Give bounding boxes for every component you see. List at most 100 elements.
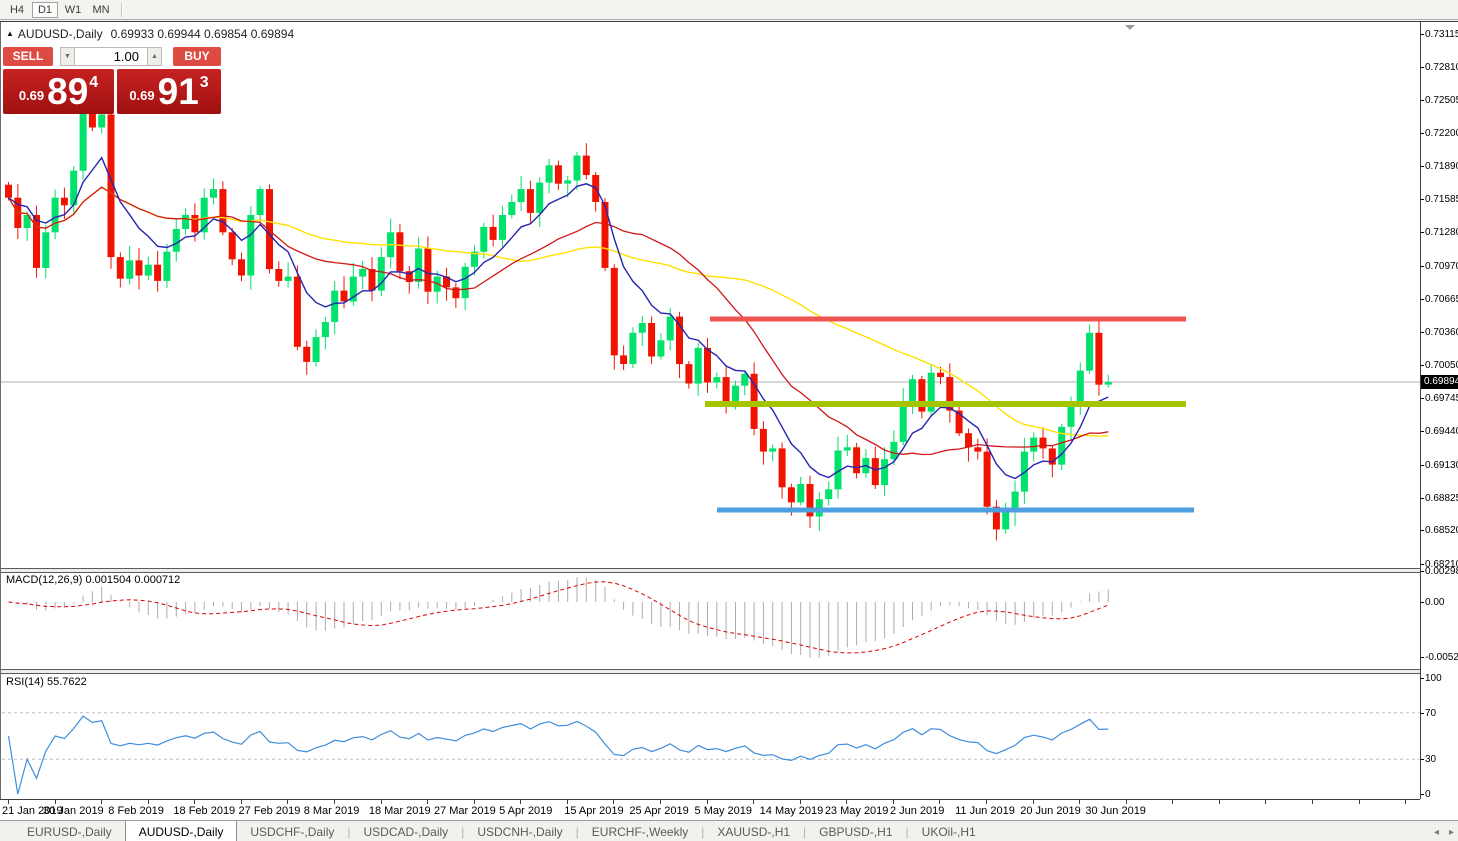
chart-title: ▲AUDUSD-,Daily0.69933 0.69944 0.69854 0.…	[6, 27, 294, 41]
date-tick-mark	[567, 800, 568, 804]
date-tick-mark	[474, 800, 475, 804]
date-tick-mark	[893, 800, 894, 804]
axis-tick-mark	[1421, 299, 1424, 300]
tab-gbpusd-h1[interactable]: GBPUSD-,H1	[806, 821, 905, 841]
price-axis-label: 0.71890	[1425, 161, 1458, 172]
price-axis-label: 0.69130	[1425, 460, 1458, 471]
timeframe-button-d1[interactable]: D1	[32, 2, 58, 18]
tab-ukoil-h1[interactable]: UKOil-,H1	[909, 821, 989, 841]
price-axis-label: 0.72810	[1425, 62, 1458, 73]
tab-xauusd-h1[interactable]: XAUUSD-,H1	[704, 821, 803, 841]
rsi-indicator-label: RSI(14) 55.7622	[6, 676, 87, 688]
date-tick-mark	[334, 800, 335, 804]
one-click-trading-panel: SELL ▼ ▲ BUY 0.69 89 4 0.69 91 3	[3, 46, 225, 114]
date-axis-label: 27 Feb 2019	[239, 805, 301, 817]
date-axis-label: 20 Jun 2019	[1020, 805, 1081, 817]
date-tick-mark	[1172, 800, 1173, 804]
price-axis-label: 0.70050	[1425, 360, 1458, 371]
axis-tick-mark	[1421, 232, 1424, 233]
macd-axis-label: -0.00525	[1425, 652, 1458, 663]
date-axis-label: 11 Jun 2019	[955, 805, 1015, 817]
date-tick-mark	[1265, 800, 1266, 804]
axis-tick-mark	[1421, 199, 1424, 200]
price-axis: 0.731150.728100.725050.722000.718900.715…	[1420, 22, 1458, 799]
timeframe-button-w1[interactable]: W1	[60, 2, 86, 18]
date-axis: 21 Jan 201930 Jan 20198 Feb 201918 Feb 2…	[0, 799, 1420, 820]
bid-price-point: 4	[89, 74, 98, 92]
volume-decrease-button[interactable]: ▼	[60, 47, 75, 66]
axis-tick-mark	[1421, 794, 1424, 795]
tab-eurchf-weekly[interactable]: EURCHF-,Weekly	[579, 821, 701, 841]
date-axis-label: 30 Jun 2019	[1085, 805, 1146, 817]
date-tick-mark	[1219, 800, 1220, 804]
date-tick-mark	[55, 800, 56, 804]
timeframe-buttons: H4D1W1MN	[4, 2, 116, 18]
date-tick-mark	[800, 800, 801, 804]
rsi-axis-label: 0	[1425, 789, 1431, 800]
timeframe-toolbar: H4D1W1MN	[0, 0, 1458, 20]
date-tick-mark	[287, 800, 288, 804]
macd-axis-label: 0.002984	[1425, 566, 1458, 577]
tab-scroll-left-icon[interactable]: ◂	[1434, 827, 1439, 838]
volume-increase-button[interactable]: ▲	[147, 47, 162, 66]
axis-tick-mark	[1421, 678, 1424, 679]
macd-axis-label: 0.00	[1425, 597, 1444, 608]
date-tick-mark	[660, 800, 661, 804]
date-axis-label: 5 Apr 2019	[499, 805, 552, 817]
tab-audusd-daily[interactable]: AUDUSD-,Daily	[125, 821, 238, 841]
price-chart-canvas[interactable]	[0, 22, 1420, 799]
axis-tick-mark	[1421, 100, 1424, 101]
axis-tick-mark	[1421, 530, 1424, 531]
axis-tick-mark	[1421, 657, 1424, 658]
price-axis-label: 0.72505	[1425, 95, 1458, 106]
sell-button[interactable]: SELL	[3, 47, 53, 66]
axis-tick-mark	[1421, 266, 1424, 267]
date-axis-label: 14 May 2019	[760, 805, 824, 817]
axis-tick-mark	[1421, 133, 1424, 134]
current-price-tag: 0.69894	[1421, 375, 1458, 389]
axis-tick-mark	[1421, 332, 1424, 333]
date-axis-label: 2 Jun 2019	[890, 805, 944, 817]
date-tick-mark	[1312, 800, 1313, 804]
collapse-triangle-icon[interactable]: ▲	[6, 29, 14, 38]
axis-tick-mark	[1421, 365, 1424, 366]
chart-tabs: EURUSD-,DailyAUDUSD-,DailyUSDCHF-,Daily|…	[14, 821, 989, 841]
axis-tick-mark	[1421, 431, 1424, 432]
tab-usdchf-daily[interactable]: USDCHF-,Daily	[237, 821, 347, 841]
date-axis-label: 25 Apr 2019	[629, 805, 688, 817]
symbol-period-label: AUDUSD-,Daily	[18, 27, 103, 41]
bid-price-button[interactable]: 0.69 89 4	[3, 69, 114, 114]
price-axis-label: 0.72200	[1425, 128, 1458, 139]
date-tick-mark	[241, 800, 242, 804]
ask-price-point: 3	[200, 74, 209, 92]
axis-tick-mark	[1421, 34, 1424, 35]
date-tick-mark	[8, 800, 9, 804]
price-axis-label: 0.70970	[1425, 261, 1458, 272]
axis-tick-mark	[1421, 571, 1424, 572]
date-tick-mark	[1359, 800, 1360, 804]
date-tick-mark	[1405, 800, 1406, 804]
price-axis-label: 0.69745	[1425, 393, 1458, 404]
price-axis-label: 0.71280	[1425, 227, 1458, 238]
price-axis-label: 0.70665	[1425, 294, 1458, 305]
ask-price-button[interactable]: 0.69 91 3	[117, 69, 221, 114]
tab-usdcad-daily[interactable]: USDCAD-,Daily	[351, 821, 462, 841]
price-axis-label: 0.71585	[1425, 194, 1458, 205]
axis-tick-mark	[1421, 498, 1424, 499]
tab-eurusd-daily[interactable]: EURUSD-,Daily	[14, 821, 125, 841]
axis-tick-mark	[1421, 166, 1424, 167]
axis-tick-mark	[1421, 398, 1424, 399]
rsi-axis-label: 30	[1425, 754, 1436, 765]
trading-terminal-window: H4D1W1MN 0.731150.728100.725050.722000.7…	[0, 0, 1458, 841]
volume-input[interactable]	[75, 47, 147, 66]
buy-button[interactable]: BUY	[173, 47, 221, 66]
date-tick-mark	[846, 800, 847, 804]
timeframe-button-h4[interactable]: H4	[4, 2, 30, 18]
date-axis-label: 30 Jan 2019	[43, 805, 104, 817]
timeframe-button-mn[interactable]: MN	[88, 2, 114, 18]
bid-price-pips: 89	[47, 73, 88, 110]
axis-tick-mark	[1421, 465, 1424, 466]
tab-scroll-right-icon[interactable]: ▸	[1449, 827, 1454, 838]
tab-usdcnh-daily[interactable]: USDCNH-,Daily	[464, 821, 575, 841]
price-axis-label: 0.68825	[1425, 493, 1458, 504]
